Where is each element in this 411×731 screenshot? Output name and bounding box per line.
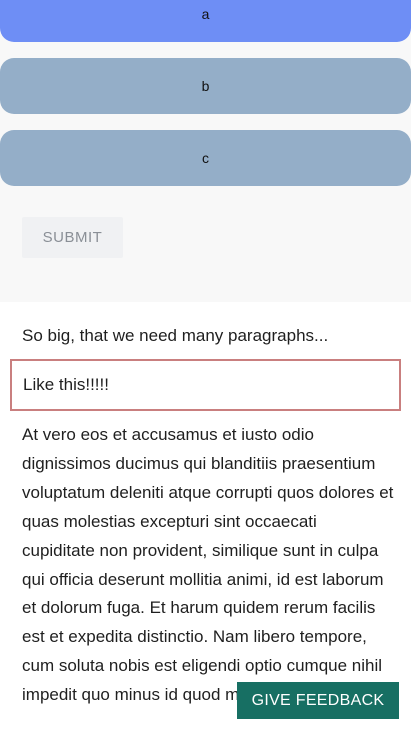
body-paragraph: At vero eos et accusamus et iusto odio d… bbox=[22, 425, 394, 705]
submit-button[interactable]: SUBMIT bbox=[22, 217, 123, 258]
answer-option-label: b bbox=[201, 78, 210, 94]
answer-option-b[interactable]: b bbox=[0, 58, 411, 114]
answer-option-c[interactable]: c bbox=[0, 130, 411, 186]
intro-paragraph: So big, that we need many paragraphs... bbox=[22, 326, 329, 345]
page: a b c SUBMIT So big, that we need many p… bbox=[0, 0, 411, 731]
highlighted-paragraph: Like this!!!!! bbox=[10, 359, 401, 411]
quiz-section: a b c SUBMIT bbox=[0, 0, 411, 302]
article-content: So big, that we need many paragraphs... … bbox=[0, 302, 411, 731]
highlighted-text: Like this!!!!! bbox=[23, 375, 109, 394]
give-feedback-button[interactable]: GIVE FEEDBACK bbox=[237, 682, 399, 719]
answer-option-label: c bbox=[202, 150, 209, 166]
answer-option-label: a bbox=[201, 6, 210, 22]
answer-option-a[interactable]: a bbox=[0, 0, 411, 42]
